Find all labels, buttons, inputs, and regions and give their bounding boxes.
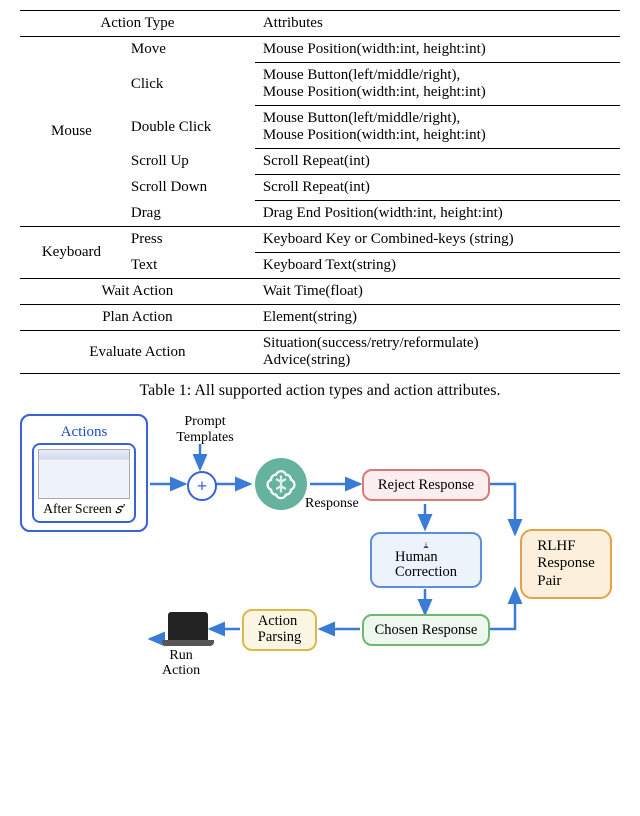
chosen-response-box: Chosen Response: [362, 614, 490, 646]
actions-box: Actions After Screen 𝑠′: [20, 414, 148, 532]
combine-icon: +: [187, 471, 217, 501]
group-mouse: Mouse: [20, 37, 123, 227]
cell-attrs: Wait Time(float): [255, 279, 620, 305]
table-caption: Table 1: All supported action types and …: [20, 382, 620, 400]
cell-action: Scroll Up: [123, 149, 255, 175]
human-label: Human Correction: [395, 550, 457, 580]
cell-attrs: Drag End Position(width:int, height:int): [255, 201, 620, 227]
group-wait: Wait Action: [20, 279, 255, 305]
col-header-action: Action Type: [20, 11, 255, 37]
cell-action: Move: [123, 37, 255, 63]
prompt-templates-label: Prompt Templates: [170, 414, 240, 446]
reject-response-box: Reject Response: [362, 469, 490, 501]
col-header-attrs: Attributes: [255, 11, 620, 37]
after-sym: 𝑠′: [115, 501, 125, 516]
cell-action: Text: [123, 253, 255, 279]
run-action-label: Run Action: [162, 649, 200, 678]
cell-attrs: Scroll Repeat(int): [255, 149, 620, 175]
group-evaluate: Evaluate Action: [20, 331, 255, 374]
group-plan: Plan Action: [20, 305, 255, 331]
action-table: Action Type Attributes Mouse Move Mouse …: [20, 10, 620, 374]
after-label: After Screen: [43, 501, 112, 516]
cell-attrs: Element(string): [255, 305, 620, 331]
group-keyboard: Keyboard: [20, 227, 123, 279]
parsing-label: Action Parsing: [258, 614, 302, 646]
action-parsing-box: Action Parsing: [242, 609, 317, 651]
cell-action: Press: [123, 227, 255, 253]
after-screenshot-icon: [38, 449, 130, 499]
cell-attrs: Mouse Button(left/middle/right), Mouse P…: [255, 106, 620, 149]
response-label: Response: [305, 496, 359, 512]
pipeline-diagram: Task Before Screen 𝑠 Actions After Scree…: [20, 414, 620, 734]
cell-attrs: Mouse Button(left/middle/right), Mouse P…: [255, 63, 620, 106]
chosen-label: Chosen Response: [375, 622, 478, 639]
cell-attrs: Keyboard Key or Combined-keys (string): [255, 227, 620, 253]
cell-action: Scroll Down: [123, 175, 255, 201]
cell-attrs: Scroll Repeat(int): [255, 175, 620, 201]
cell-action: Drag: [123, 201, 255, 227]
cell-attrs: Mouse Position(width:int, height:int): [255, 37, 620, 63]
rlhf-label: RLHF Response Pair: [537, 538, 595, 590]
actions-title: Actions: [61, 424, 108, 441]
chatgpt-icon: [255, 458, 307, 510]
reject-label: Reject Response: [378, 477, 474, 494]
cell-action: Double Click: [123, 106, 255, 149]
cell-action: Click: [123, 63, 255, 106]
cell-attrs: Keyboard Text(string): [255, 253, 620, 279]
cell-attrs: Situation(success/retry/reformulate) Adv…: [255, 331, 620, 374]
laptop-icon: [168, 612, 208, 640]
human-correction-box: Human Correction: [370, 532, 482, 588]
rlhf-box: RLHF Response Pair: [520, 529, 612, 599]
